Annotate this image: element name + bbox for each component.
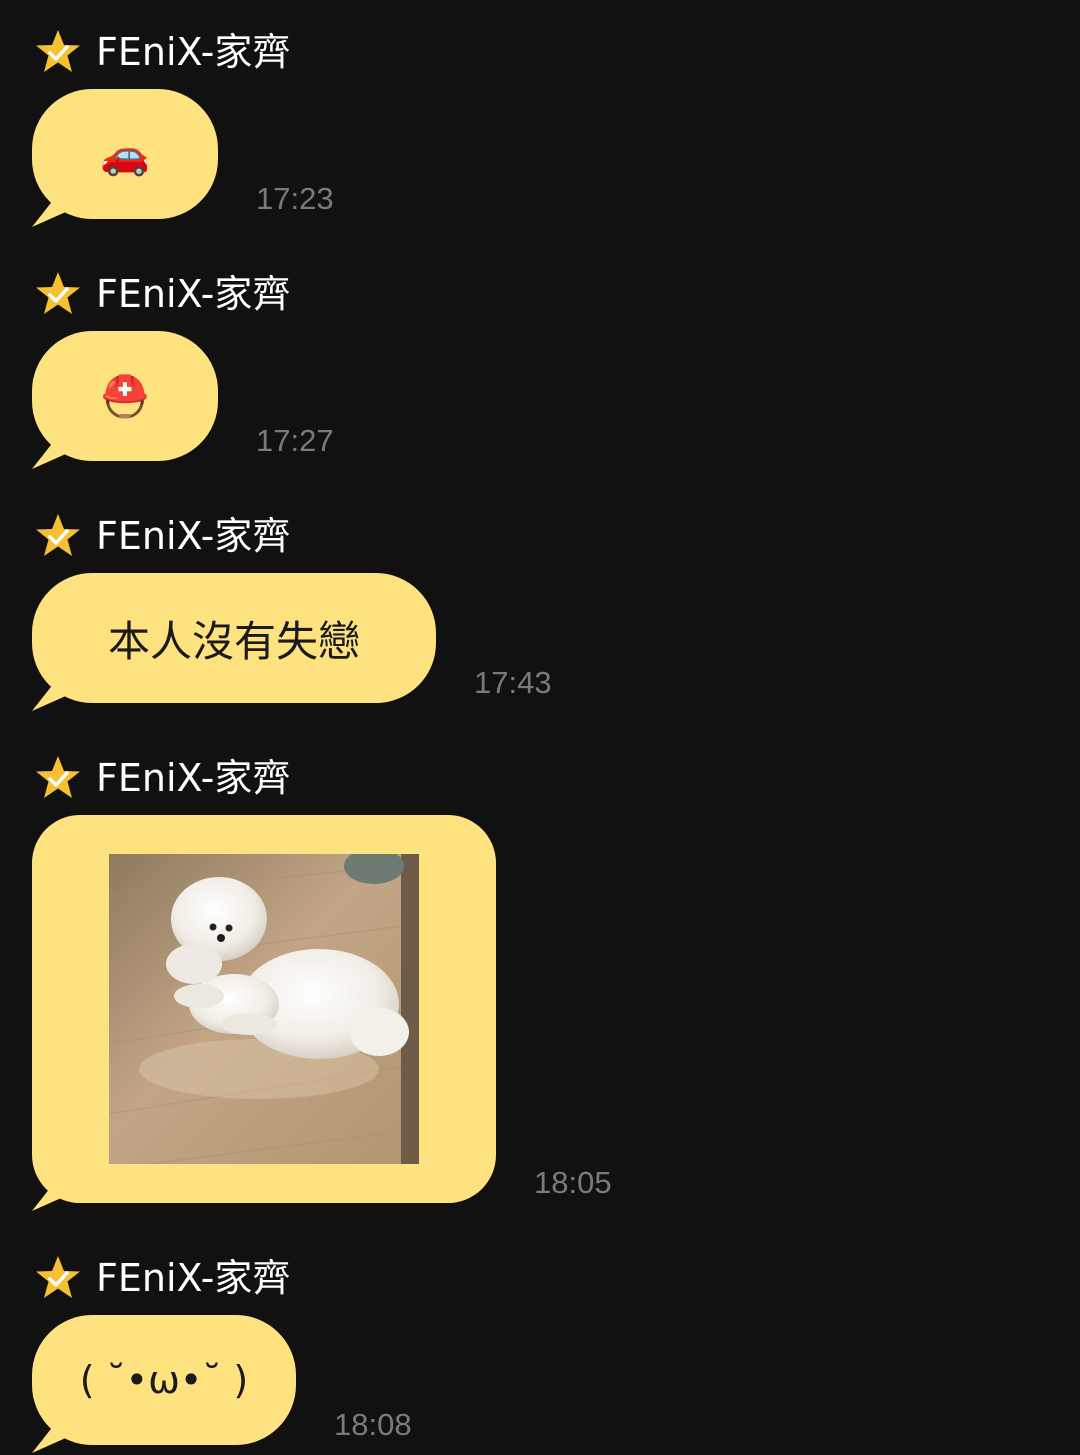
bubble-tail <box>32 199 68 227</box>
message-time: 17:27 <box>256 423 334 458</box>
bubble-tail <box>32 1425 68 1453</box>
sender-row[interactable]: FEniX-家齊 <box>34 510 290 562</box>
star-check-icon <box>36 514 80 556</box>
dog-photo[interactable] <box>109 854 419 1164</box>
bubble-tail <box>32 1183 68 1211</box>
bubble-tail <box>32 441 68 469</box>
message-time: 18:05 <box>534 1165 612 1200</box>
sender-row[interactable]: FEniX-家齊 <box>34 752 290 804</box>
white-dog-image <box>109 854 419 1164</box>
car-emoji: 🚗 <box>100 131 150 178</box>
message-text: 本人沒有失戀 <box>107 616 360 666</box>
message-time: 17:43 <box>474 665 552 700</box>
star-check-icon <box>36 756 80 798</box>
message-bubble[interactable]: ⛑️ <box>32 331 218 469</box>
message-time: 18:08 <box>334 1407 412 1442</box>
sender-row[interactable]: FEniX-家齊 <box>34 1252 290 1304</box>
message-bubble[interactable]: 本人沒有失戀 <box>32 573 436 711</box>
message-text: ( ˘•ω•˘ ) <box>79 1358 249 1402</box>
message-time: 17:23 <box>256 181 334 216</box>
sender-row[interactable]: FEniX-家齊 <box>34 268 290 320</box>
sender-name: FEniX-家齊 <box>96 1256 291 1300</box>
sender-name: FEniX-家齊 <box>96 514 291 558</box>
sender-name: FEniX-家齊 <box>96 272 291 316</box>
message-bubble[interactable]: 🚗 <box>32 89 218 227</box>
photo-message-bubble[interactable] <box>32 815 496 1211</box>
star-check-icon <box>36 272 80 314</box>
rescue-helmet-emoji: ⛑️ <box>100 373 150 420</box>
sender-name: FEniX-家齊 <box>96 30 291 74</box>
sender-name: FEniX-家齊 <box>96 756 291 800</box>
star-check-icon <box>36 30 80 72</box>
star-check-icon <box>36 1256 80 1298</box>
bubble-tail <box>32 683 68 711</box>
sender-row[interactable]: FEniX-家齊 <box>34 26 290 78</box>
message-bubble[interactable]: ( ˘•ω•˘ ) <box>32 1315 296 1453</box>
